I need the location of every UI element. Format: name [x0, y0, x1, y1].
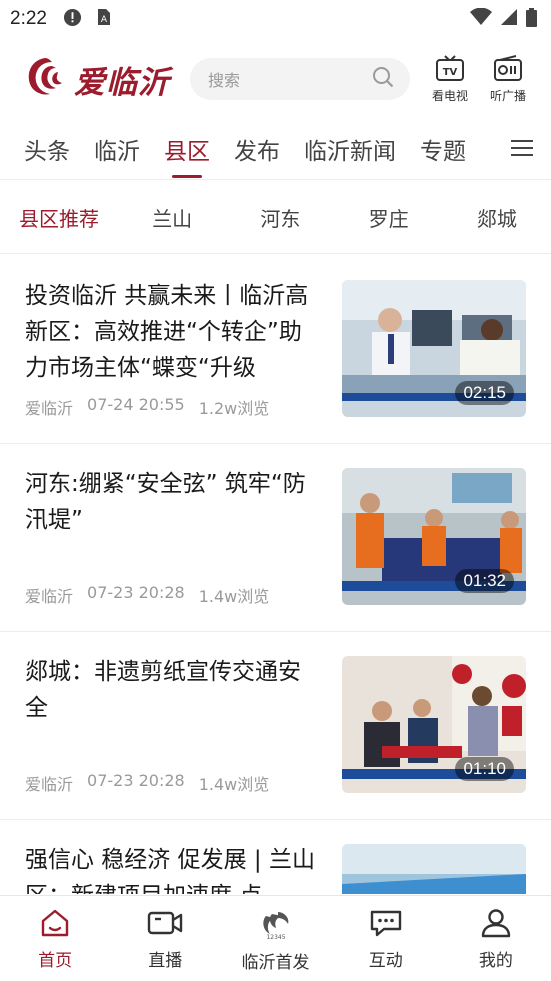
tab-linyi-news[interactable]: 临沂新闻	[304, 132, 396, 166]
subtab-luozhuang[interactable]: 罗庄	[335, 203, 443, 232]
news-views: 1.2w浏览	[198, 399, 270, 418]
tab-linyi[interactable]: 临沂	[94, 132, 140, 166]
app-logo[interactable]: 爱临沂	[22, 54, 170, 104]
tab-topics[interactable]: 专题	[420, 132, 466, 166]
news-item[interactable]: 郯城：非遗剪纸宣传交通安全 爱临沂 07-23 20:28 1.4w浏览 01:…	[0, 632, 551, 820]
svg-text:TV: TV	[443, 67, 458, 78]
video-duration: 01:32	[455, 569, 514, 593]
battery-icon	[526, 7, 537, 31]
news-item[interactable]: 投资临沂 共赢未来丨临沂高新区：高效推进“个转企”助力市场主体“蝶变“升级 爱临…	[0, 256, 551, 444]
news-source: 爱临沂	[25, 399, 74, 418]
news-item[interactable]: 河东:绷紧“安全弦” 筑牢“防汛堤” 爱临沂 07-23 20:28 1.4w浏…	[0, 444, 551, 632]
news-title: 河东:绷紧“安全弦” 筑牢“防汛堤”	[25, 471, 306, 533]
user-icon	[480, 908, 512, 942]
wifi-icon	[470, 7, 492, 30]
listen-radio-label: 听广播	[490, 88, 527, 103]
video-duration: 02:15	[455, 381, 514, 405]
live-camera-icon	[147, 908, 183, 942]
news-views: 1.4w浏览	[198, 775, 270, 794]
news-views: 1.4w浏览	[198, 587, 270, 606]
nav-home[interactable]: 首页	[0, 896, 110, 981]
signal-icon	[500, 8, 518, 30]
video-thumbnail[interactable]: 01:32	[342, 468, 526, 605]
tab-release[interactable]: 发布	[234, 132, 280, 166]
logo-text: 爱临沂	[74, 64, 170, 101]
news-meta: 爱临沂 07-23 20:28 1.4w浏览	[25, 583, 269, 607]
news-meta: 爱临沂 07-24 20:55 1.2w浏览	[25, 395, 269, 419]
status-bar: 2:22 A	[0, 0, 551, 38]
news-time: 07-23 20:28	[87, 583, 185, 602]
linyi-first-icon: 12345	[258, 908, 294, 944]
watch-tv-button[interactable]: TV 看电视	[432, 54, 469, 104]
news-source: 爱临沂	[25, 587, 74, 606]
nav-live[interactable]: 直播	[110, 896, 220, 981]
chat-icon	[369, 908, 403, 942]
video-thumbnail[interactable]: 01:10	[342, 656, 526, 793]
news-title: 郯城：非遗剪纸宣传交通安全	[25, 659, 301, 721]
news-item[interactable]: 强信心 稳经济 促发展 | 兰山区：新建项目加速度 点	[0, 820, 551, 894]
menu-icon[interactable]	[511, 138, 533, 162]
search-placeholder: 搜索	[208, 71, 241, 90]
news-source: 爱临沂	[25, 775, 74, 794]
alert-icon	[63, 8, 82, 31]
search-input[interactable]: 搜索	[190, 58, 410, 100]
news-meta: 爱临沂 07-23 20:28 1.4w浏览	[25, 771, 269, 795]
tab-counties[interactable]: 县区	[164, 132, 210, 166]
home-icon	[39, 908, 71, 942]
svg-text:A: A	[101, 15, 108, 25]
tv-icon: TV	[436, 54, 464, 85]
nav-mine[interactable]: 我的	[441, 896, 551, 981]
news-list: 投资临沂 共赢未来丨临沂高新区：高效推进“个转企”助力市场主体“蝶变“升级 爱临…	[0, 256, 551, 894]
search-icon[interactable]	[372, 66, 394, 92]
sim-card-icon: A	[96, 8, 111, 30]
video-thumbnail[interactable]	[342, 844, 526, 894]
news-time: 07-24 20:55	[87, 395, 185, 414]
channel-tabs: 头条 临沂 县区 发布 临沂新闻 专题	[0, 118, 551, 180]
nav-home-label: 首页	[38, 951, 73, 971]
news-title: 强信心 稳经济 促发展 | 兰山区：新建项目加速度 点	[25, 847, 315, 894]
subtab-tancheng[interactable]: 郯城	[443, 203, 551, 232]
tab-headlines[interactable]: 头条	[24, 132, 70, 166]
watch-tv-label: 看电视	[432, 88, 469, 103]
status-time: 2:22	[10, 8, 47, 29]
app-header: 爱临沂 搜索 TV 看电视 听广播	[0, 44, 551, 114]
listen-radio-button[interactable]: 听广播	[490, 54, 527, 104]
subtab-hedong[interactable]: 河东	[226, 203, 334, 232]
nav-live-label: 直播	[148, 951, 183, 971]
video-duration: 01:10	[455, 757, 514, 781]
nav-interact-label: 互动	[368, 951, 403, 971]
logo-emblem-icon	[22, 54, 68, 104]
news-time: 07-23 20:28	[87, 771, 185, 790]
nav-linyi-first-label: 临沂首发	[241, 953, 310, 973]
nav-mine-label: 我的	[478, 951, 513, 971]
bottom-nav: 首页 直播 12345 临沂首发 互动 我的	[0, 895, 551, 981]
nav-linyi-first[interactable]: 12345 临沂首发	[220, 896, 330, 981]
news-title: 投资临沂 共赢未来丨临沂高新区：高效推进“个转企”助力市场主体“蝶变“升级	[25, 283, 309, 381]
radio-icon	[494, 54, 523, 85]
video-thumbnail[interactable]: 02:15	[342, 280, 526, 417]
sub-tabs: 县区推荐 兰山 河东 罗庄 郯城	[0, 182, 551, 254]
nav-interact[interactable]: 互动	[331, 896, 441, 981]
svg-text:12345: 12345	[266, 934, 285, 940]
subtab-lanshan[interactable]: 兰山	[118, 203, 226, 232]
subtab-county-picks[interactable]: 县区推荐	[0, 203, 118, 232]
